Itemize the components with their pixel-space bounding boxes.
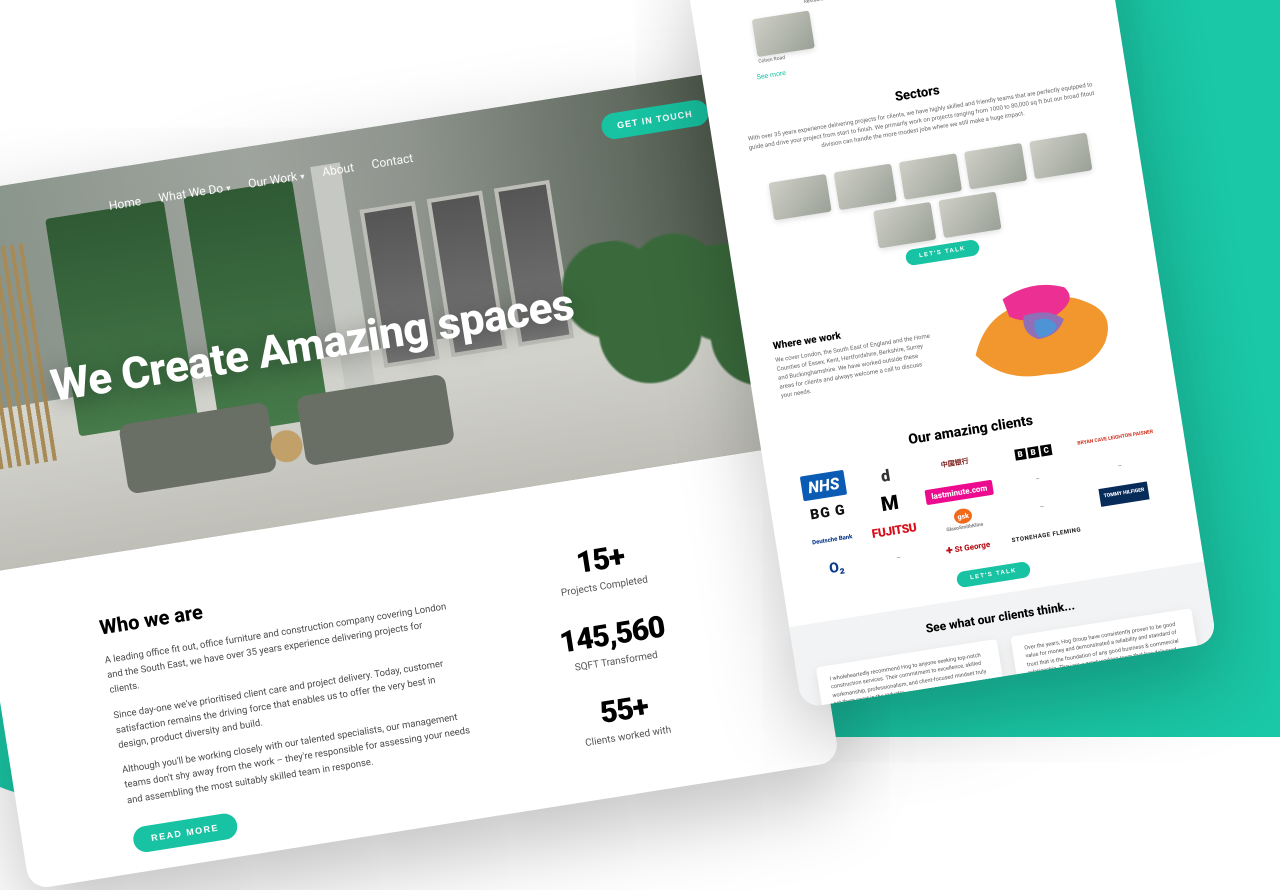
stats-column: 15+ Projects Completed 145,560 SQFT Tran… [473, 517, 758, 794]
client-logo-unknown: — [896, 555, 901, 562]
nav-about[interactable]: About [321, 160, 355, 179]
lets-talk-button[interactable]: LET'S TALK [955, 561, 1032, 589]
chevron-down-icon: ▾ [300, 172, 306, 183]
client-logo-nhs: NHS [800, 469, 847, 500]
client-logo-o2: O₂ [828, 559, 845, 577]
client-logo-unknown: — [1040, 504, 1045, 511]
client-logo-gsk-sub: GlaxoSmithKline [946, 522, 984, 534]
chevron-down-icon: ▾ [226, 184, 232, 195]
stat-clients: 55+ Clients worked with [498, 673, 753, 761]
nav-home[interactable]: Home [108, 194, 142, 213]
stat-sqft: 145,560 SQFT Transformed [486, 598, 741, 686]
client-logo-tommy-hilfiger: TOMMY HILFIGER [1099, 482, 1150, 507]
sector-thumbnail[interactable] [899, 153, 962, 200]
client-logo-unknown: — [1035, 476, 1040, 483]
sector-thumbnail[interactable] [834, 164, 897, 211]
nav-our-work[interactable]: Our Work▾ [247, 168, 305, 191]
client-logo-unknown: — [1118, 463, 1123, 470]
client-logo-stonehage-fleming: STONEHAGE FLEMING [1011, 526, 1081, 544]
client-logo-gsk: gsk [953, 507, 973, 525]
coverage-map [941, 260, 1145, 398]
read-more-button[interactable]: READ MORE [131, 812, 238, 854]
client-logo-deutsche-bank: Deutsche Bank [812, 534, 853, 547]
client-logo-d: d [879, 465, 891, 485]
project-thumbnail[interactable] [448, 842, 641, 890]
sector-thumbnail[interactable] [964, 143, 1027, 190]
client-logo-lastminute: lastminute.com [924, 479, 994, 505]
nav-what-we-do[interactable]: What We Do▾ [158, 180, 232, 205]
sector-thumbnail[interactable] [873, 202, 936, 249]
client-logo-bbc: BBC [1014, 443, 1053, 460]
client-logo-bgg: BG G [809, 502, 847, 523]
stat-projects: 15+ Projects Completed [474, 523, 729, 611]
client-logo-bank-of-china: 中国银行 [940, 458, 969, 470]
lets-talk-button[interactable]: LET'S TALK [904, 239, 981, 267]
get-in-touch-button[interactable]: GET IN TOUCH [599, 98, 710, 141]
client-logo-bryan-cave: BRYAN CAVE LEIGHTON PAISNER [1077, 430, 1153, 447]
sector-thumbnail[interactable] [938, 192, 1001, 239]
client-logo-st-george: ✚ St George [945, 539, 990, 555]
client-logo-m: M [879, 490, 900, 516]
sector-thumbnail[interactable] [1029, 133, 1092, 180]
project-thumbnail[interactable] [254, 872, 447, 889]
client-logo-fujitsu: FUJITSU [871, 520, 918, 541]
nav-contact[interactable]: Contact [371, 151, 415, 171]
sector-thumbnail[interactable] [768, 174, 831, 221]
mockup-hero-page: hog GROUP Home What We Do▾ Our Work▾ Abo… [0, 70, 840, 890]
